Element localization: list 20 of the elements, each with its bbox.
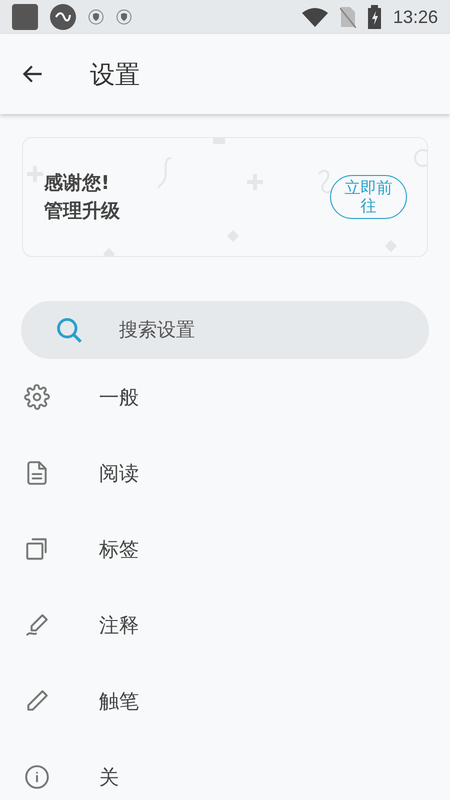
signature-icon: [24, 612, 50, 638]
settings-icon: [24, 384, 50, 410]
wifi-icon: [302, 7, 328, 27]
clock: 13:26: [392, 6, 438, 28]
settings-item[interactable]: 触笔: [99, 688, 139, 714]
settings-item[interactable]: 标签: [99, 536, 139, 562]
settings-item[interactable]: 阅读: [99, 460, 139, 486]
shield-icon: [88, 9, 104, 25]
thank-you-message: 感谢您! 管理升级: [44, 171, 120, 224]
battery-charging-icon: [368, 5, 381, 29]
shield-icon: [116, 9, 132, 25]
search-field[interactable]: 搜索设置: [21, 301, 429, 359]
app-notification-icon: [12, 4, 38, 30]
settings-item[interactable]: 一般: [99, 384, 139, 410]
info-icon: [24, 764, 50, 790]
settings-item[interactable]: 注释: [99, 612, 139, 638]
page-title: 设置: [90, 58, 140, 90]
no-sim-icon: [340, 6, 356, 28]
app-notification-icon: [50, 4, 76, 30]
settings-item[interactable]: 关: [99, 764, 119, 790]
